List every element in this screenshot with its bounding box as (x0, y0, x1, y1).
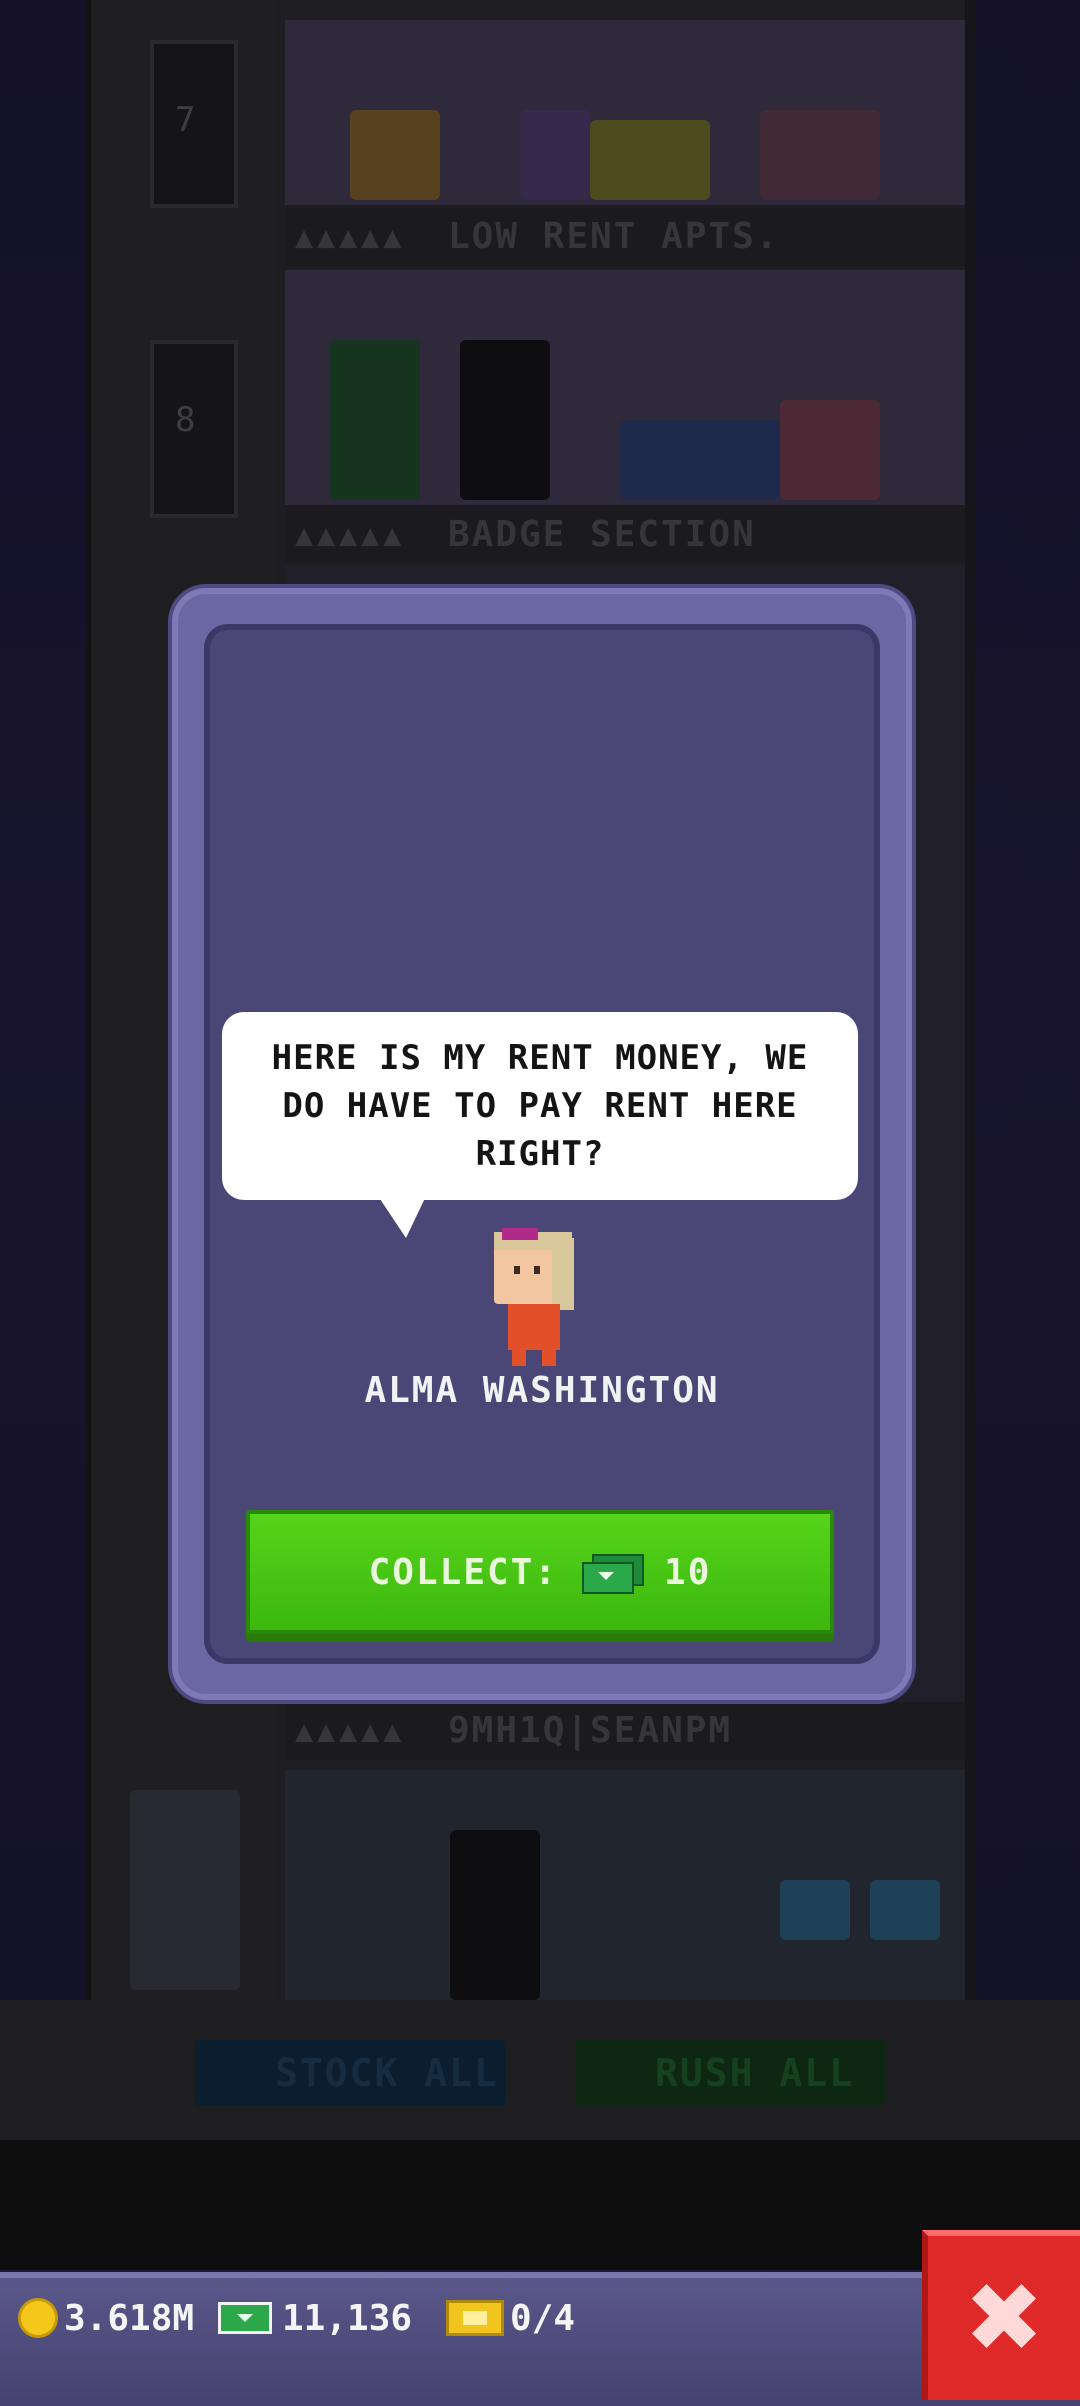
coin-icon (18, 2298, 58, 2338)
resident-avatar (490, 1228, 590, 1372)
resident-body (508, 1304, 560, 1350)
close-button[interactable]: ✖ (922, 2230, 1080, 2400)
ticket-icon (446, 2300, 504, 2336)
coins-stat: 3.618M (18, 2290, 194, 2346)
bux-value: 11,136 (282, 2297, 413, 2339)
resident-bow (502, 1228, 538, 1240)
resident-leg (542, 1350, 556, 1366)
bux-stat: 11,136 (218, 2290, 412, 2346)
resident-eye (534, 1266, 540, 1274)
close-icon: ✖ (963, 2262, 1045, 2374)
resident-eye (514, 1266, 520, 1274)
collect-button[interactable]: COLLECT: 10 (246, 1510, 834, 1634)
bux-icon (582, 1554, 645, 1594)
resident-leg (512, 1350, 526, 1366)
tickets-stat: 0/4 (446, 2290, 575, 2346)
coins-value: 3.618M (64, 2297, 195, 2339)
speech-bubble-tail (378, 1196, 426, 1238)
resident-hair-side (552, 1238, 574, 1310)
bux-icon (218, 2298, 276, 2338)
tickets-value: 0/4 (510, 2297, 576, 2339)
resident-name: ALMA WASHINGTON (364, 1370, 720, 1411)
speech-bubble: HERE IS MY RENT MONEY, WE DO HAVE TO PAY… (222, 1012, 858, 1200)
collect-amount: 10 (664, 1551, 712, 1593)
collect-label: COLLECT: (368, 1551, 559, 1593)
